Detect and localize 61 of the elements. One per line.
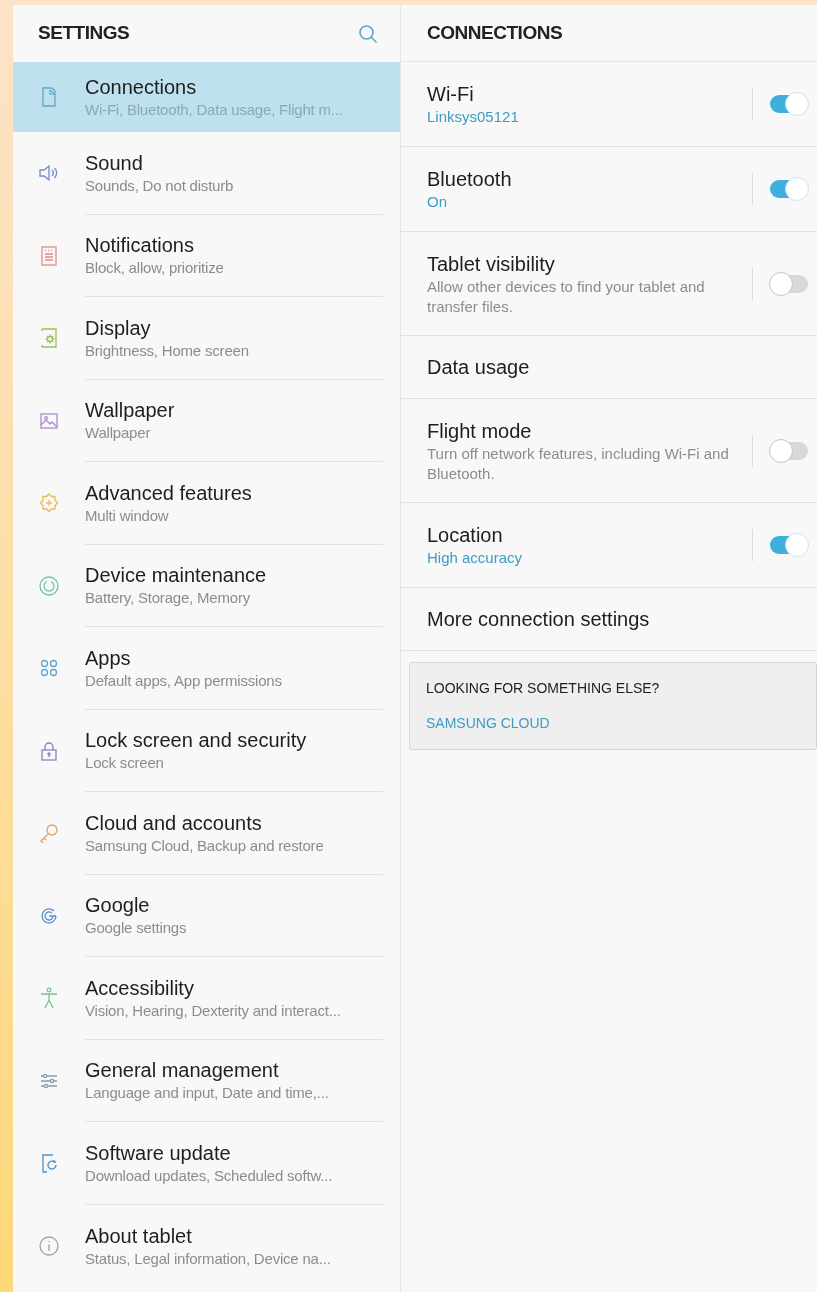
- item-title: Connections: [85, 75, 198, 100]
- panel-title: CONNECTIONS: [427, 20, 563, 45]
- connection-row[interactable]: More connection settings: [401, 588, 817, 651]
- row-title: Location: [427, 523, 504, 548]
- row-title: Wi-Fi: [427, 82, 475, 107]
- item-summary: Vision, Hearing, Dexterity and interact...: [85, 1000, 342, 1021]
- item-summary: Lock screen: [85, 753, 165, 774]
- row-title: Flight mode: [427, 418, 533, 444]
- item-title: Apps: [85, 645, 132, 671]
- settings-item[interactable]: Connections Wi-Fi, Bluetooth, Data usage, Flight m...: [13, 62, 400, 132]
- item-summary: Brightness, Home screen: [85, 340, 250, 361]
- item-summary: Language and input, Date and time,...: [85, 1083, 330, 1104]
- connection-row[interactable]: Bluetooth On: [401, 147, 817, 232]
- item-title: General management: [85, 1058, 280, 1084]
- item-summary: Status, Legal information, Device na...: [85, 1248, 332, 1269]
- item-title: Lock screen and security: [85, 728, 308, 754]
- refresh-circle-icon: [37, 573, 61, 598]
- item-title: Device maintenance: [85, 563, 268, 589]
- suggestion-heading: LOOKING FOR SOMETHING ELSE?: [426, 679, 661, 698]
- item-summary: Block, allow, prioritize: [85, 258, 225, 279]
- connection-row[interactable]: Wi-Fi Linksys05121: [401, 62, 817, 147]
- item-summary: Google settings: [85, 918, 188, 939]
- connection-row[interactable]: Tablet visibility Allow other devices to find your tablet and transfer files.: [401, 232, 817, 336]
- row-title: Data usage: [427, 355, 531, 380]
- connection-row[interactable]: Location High accuracy: [401, 503, 817, 588]
- row-description: Allow other devices to find your tablet and transfer files.: [427, 276, 706, 317]
- row-title: Tablet visibility: [427, 251, 556, 277]
- item-title: Accessibility: [85, 975, 195, 1001]
- item-title: Advanced features: [85, 480, 253, 506]
- toggle-switch[interactable]: [769, 271, 809, 296]
- toggle-switch[interactable]: [769, 92, 809, 116]
- row-title: Bluetooth: [427, 167, 513, 192]
- item-title: Software update: [85, 1140, 232, 1166]
- row-title: More connection settings: [427, 607, 651, 632]
- item-summary: Multi window: [85, 505, 170, 526]
- toggle-switch[interactable]: [769, 533, 809, 557]
- item-title: Sound: [85, 150, 144, 176]
- item-summary: Wi-Fi, Bluetooth, Data usage, Flight m...: [85, 100, 344, 120]
- toggle-switch[interactable]: [769, 177, 809, 201]
- search-icon[interactable]: [358, 23, 378, 44]
- row-status: On: [427, 192, 448, 212]
- row-status: High accuracy: [427, 548, 524, 568]
- item-summary: Battery, Storage, Memory: [85, 588, 251, 609]
- item-summary: Default apps, App permissions: [85, 670, 283, 691]
- row-status: Linksys05121: [427, 107, 520, 127]
- item-summary: Samsung Cloud, Backup and restore: [85, 835, 325, 856]
- connection-row[interactable]: Flight mode Turn off network features, including Wi-Fi and Bluetooth.: [401, 399, 817, 503]
- item-title: About tablet: [85, 1223, 193, 1249]
- item-title: Notifications: [85, 233, 195, 259]
- item-title: Wallpaper: [85, 398, 176, 424]
- item-summary: Wallpaper: [85, 423, 152, 444]
- item-summary: Sounds, Do not disturb: [85, 175, 235, 196]
- item-title: Display: [85, 315, 152, 341]
- item-title: Cloud and accounts: [85, 810, 263, 836]
- item-summary: Download updates, Scheduled softw...: [85, 1165, 334, 1186]
- item-title: Google: [85, 893, 151, 919]
- info-icon: [37, 1233, 61, 1258]
- connection-row[interactable]: Data usage: [401, 336, 817, 399]
- row-description: Turn off network features, including Wi-Fi and Bluetooth.: [427, 443, 730, 484]
- toggle-switch[interactable]: [769, 438, 809, 463]
- sidebar-title: SETTINGS: [38, 21, 130, 46]
